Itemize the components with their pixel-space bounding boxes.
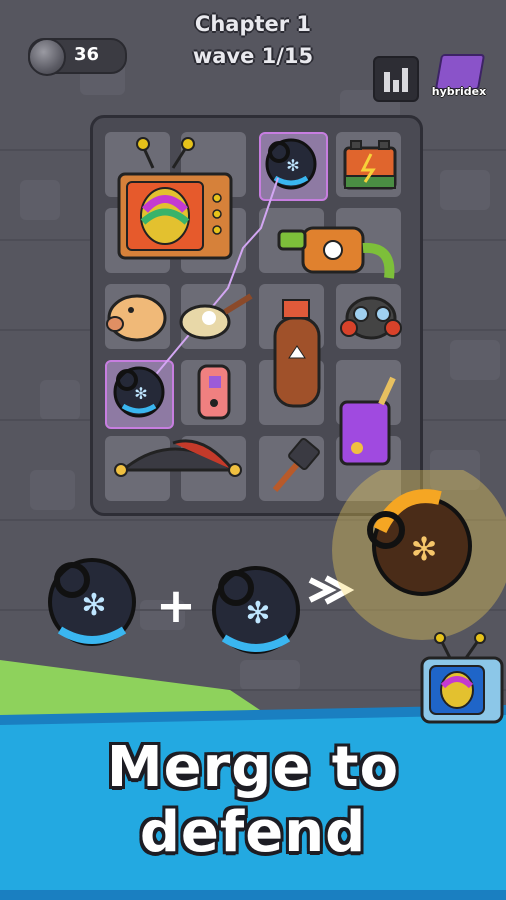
chapter-title: Chapter 1 <box>194 12 312 36</box>
freeze-grenade-item[interactable]: ✻ <box>113 366 165 418</box>
retro-tv-icon <box>420 632 504 724</box>
svg-text:✻: ✻ <box>81 588 106 623</box>
hybridex-label: hybridex <box>431 85 487 98</box>
svg-text:✻: ✻ <box>411 530 438 568</box>
promo-line-1: Merge to <box>106 735 400 800</box>
promo-line-2: defend <box>139 800 367 865</box>
gold-grenade-icon: ✻ <box>332 470 506 640</box>
freeze-grenade-item[interactable]: ✻ <box>265 138 317 190</box>
stats-button[interactable] <box>373 56 419 102</box>
hybridex-button[interactable]: hybridex <box>428 54 490 102</box>
battery-item[interactable] <box>343 140 397 190</box>
retro-tv-item[interactable] <box>117 137 233 260</box>
poison-bottle-item[interactable] <box>277 226 395 279</box>
fuel-can-item[interactable] <box>339 376 396 466</box>
freeze-grenade-icon: ✻ <box>48 558 136 646</box>
merge-plus: + <box>156 578 196 634</box>
piggy-bank-item[interactable] <box>106 294 167 342</box>
svg-text:✻: ✻ <box>245 596 270 631</box>
svg-text:✻: ✻ <box>134 384 147 403</box>
svg-text:✻: ✻ <box>286 156 299 175</box>
gas-mask-item[interactable] <box>340 296 402 340</box>
board-items: ✻ ✻ <box>106 137 402 492</box>
merge-board: ✻ ✻ <box>90 115 423 516</box>
game-controller-item[interactable] <box>197 364 231 420</box>
freeze-grenade-icon: ✻ <box>212 566 300 654</box>
fire-extinguisher-item[interactable] <box>273 299 321 408</box>
